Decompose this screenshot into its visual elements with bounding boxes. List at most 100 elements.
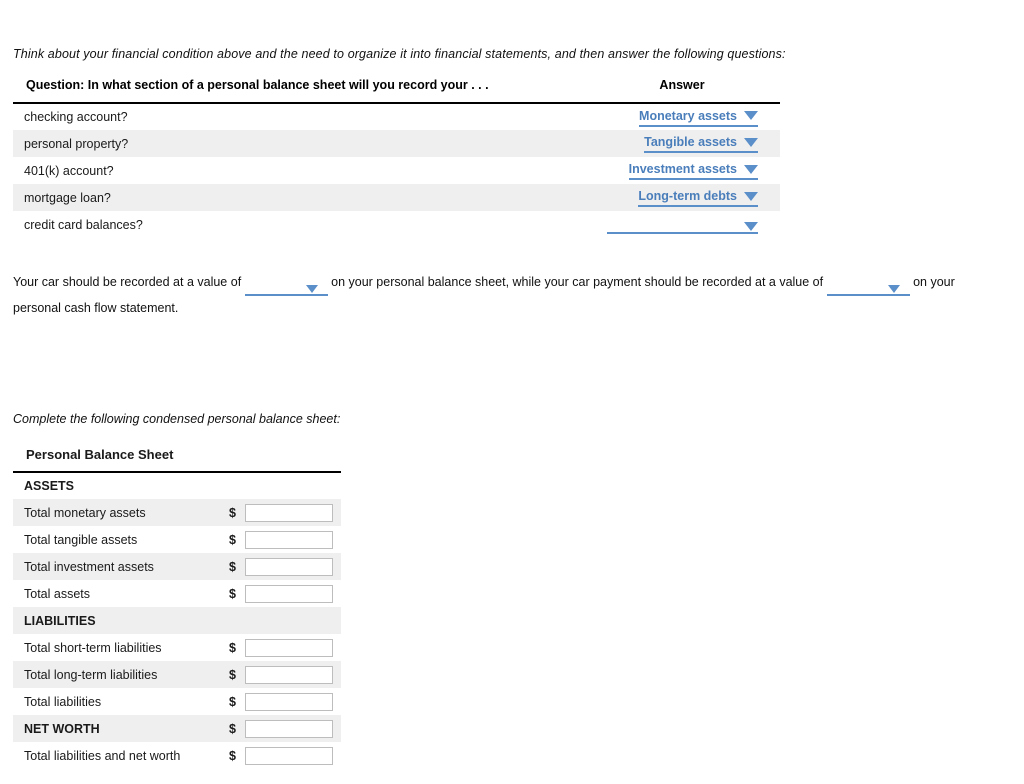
answer-dropdown-label: Tangible assets (644, 135, 737, 149)
currency-symbol: $ (229, 748, 236, 763)
input-cell (245, 526, 341, 553)
input-total-liabilities[interactable] (245, 692, 333, 711)
row-label-total-tangible-assets: Total tangible assets (24, 532, 138, 547)
paragraph-text-part1: Your car should be recorded at a value o… (13, 275, 242, 289)
input-total-liabilities-and-net-worth[interactable] (245, 746, 333, 765)
table-row: Total assets $ (13, 580, 341, 607)
intro-prompt: Think about your financial condition abo… (13, 47, 786, 61)
chevron-down-icon (744, 164, 758, 174)
input-cell (245, 499, 341, 526)
chevron-down-icon (305, 285, 318, 293)
table-row: Total liabilities and net worth $ (13, 742, 341, 769)
currency-symbol: $ (229, 532, 236, 547)
answer-dropdown-personal-property[interactable]: Tangible assets (644, 134, 758, 153)
question-column-header: Question: In what section of a personal … (13, 78, 584, 104)
answer-cell (584, 211, 780, 238)
table-row: ASSETS (13, 472, 341, 499)
currency-symbol: $ (229, 661, 245, 688)
section-header-assets: ASSETS (24, 479, 75, 493)
currency-symbol (229, 472, 245, 499)
input-total-monetary-assets[interactable] (245, 503, 333, 522)
chevron-down-icon (744, 191, 758, 201)
section-header-liabilities: LIABILITIES (13, 607, 229, 634)
row-label-total-investment-assets: Total investment assets (13, 553, 229, 580)
answer-cell: Tangible assets (584, 130, 780, 157)
input-total-long-term-liabilities[interactable] (245, 665, 333, 684)
empty-cell (245, 472, 341, 499)
input-cell (245, 742, 341, 769)
table-row: Total short-term liabilities $ (13, 634, 341, 661)
table-row: checking account? Monetary assets (13, 103, 780, 130)
currency-symbol: $ (229, 715, 245, 742)
answer-dropdown-credit-card-balances[interactable] (607, 221, 758, 234)
currency-symbol: $ (229, 553, 245, 580)
question-table-header-row: Question: In what section of a personal … (13, 78, 780, 104)
table-row: mortgage loan? Long-term debts (13, 184, 780, 211)
table-row: 401(k) account? Investment assets (13, 157, 780, 184)
table-row: Total liabilities $ (13, 688, 341, 715)
answer-cell: Monetary assets (584, 103, 780, 130)
question-text: 401(k) account? (24, 163, 114, 178)
worksheet-page: Think about your financial condition abo… (0, 0, 1024, 784)
answer-dropdown-label: Investment assets (628, 162, 737, 176)
personal-balance-sheet-table: Personal Balance Sheet ASSETS Total mone… (13, 445, 341, 769)
answer-dropdown-401k-account[interactable]: Investment assets (628, 161, 758, 180)
input-cell (245, 553, 341, 580)
input-total-investment-assets[interactable] (245, 557, 333, 576)
paragraph-text-part2: on your personal balance sheet, while yo… (331, 275, 824, 289)
table-row: Total long-term liabilities $ (13, 661, 341, 688)
table-row: personal property? Tangible assets (13, 130, 780, 157)
input-cell (245, 661, 341, 688)
question-table: Question: In what section of a personal … (13, 78, 780, 238)
currency-symbol: $ (229, 499, 245, 526)
balance-sheet-title-row: Personal Balance Sheet (13, 445, 341, 473)
car-value-dropdown[interactable] (244, 285, 328, 296)
table-row: credit card balances? (13, 211, 780, 238)
currency-symbol: $ (229, 694, 236, 709)
answer-dropdown-checking-account[interactable]: Monetary assets (639, 108, 758, 127)
input-cell (245, 634, 341, 661)
question-text: checking account? (24, 110, 128, 124)
question-table-body: checking account? Monetary assets person… (13, 103, 780, 238)
question-text: credit card balances? (24, 217, 143, 232)
car-value-paragraph: Your car should be recorded at a value o… (13, 270, 973, 321)
answer-cell: Investment assets (584, 157, 780, 184)
answer-dropdown-label: Monetary assets (639, 108, 737, 123)
currency-symbol (229, 607, 245, 634)
input-cell (245, 580, 341, 607)
answer-cell: Long-term debts (584, 184, 780, 211)
row-label-total-liabilities: Total liabilities (24, 694, 102, 709)
table-row: Total investment assets $ (13, 553, 341, 580)
table-row: NET WORTH $ (13, 715, 341, 742)
input-cell (245, 715, 341, 742)
question-text: mortgage loan? (13, 184, 584, 211)
table-row: Total monetary assets $ (13, 499, 341, 526)
currency-symbol: $ (229, 640, 236, 655)
row-label-total-short-term-liabilities: Total short-term liabilities (24, 640, 162, 655)
chevron-down-icon (744, 221, 758, 231)
input-net-worth[interactable] (245, 719, 333, 738)
balance-sheet-title: Personal Balance Sheet (13, 445, 341, 473)
row-label-total-liabilities-and-net-worth: Total liabilities and net worth (24, 748, 181, 763)
question-text: personal property? (13, 130, 584, 157)
input-total-short-term-liabilities[interactable] (245, 638, 333, 657)
car-payment-value-dropdown[interactable] (826, 285, 910, 296)
empty-cell (245, 607, 341, 634)
chevron-down-icon (744, 111, 758, 120)
table-row: Total tangible assets $ (13, 526, 341, 553)
row-label-total-long-term-liabilities: Total long-term liabilities (13, 661, 229, 688)
balance-sheet-prompt: Complete the following condensed persona… (13, 412, 341, 426)
answer-dropdown-mortgage-loan[interactable]: Long-term debts (638, 188, 758, 207)
answer-dropdown-label: Long-term debts (638, 189, 737, 203)
currency-symbol: $ (229, 586, 236, 601)
input-cell (245, 688, 341, 715)
answer-column-header: Answer (584, 78, 780, 104)
chevron-down-icon (887, 285, 900, 293)
chevron-down-icon (744, 137, 758, 147)
input-total-tangible-assets[interactable] (245, 530, 333, 549)
input-total-assets[interactable] (245, 584, 333, 603)
table-row: LIABILITIES (13, 607, 341, 634)
row-label-total-monetary-assets: Total monetary assets (13, 499, 229, 526)
row-label-total-assets: Total assets (24, 586, 91, 601)
section-header-net-worth: NET WORTH (13, 715, 229, 742)
